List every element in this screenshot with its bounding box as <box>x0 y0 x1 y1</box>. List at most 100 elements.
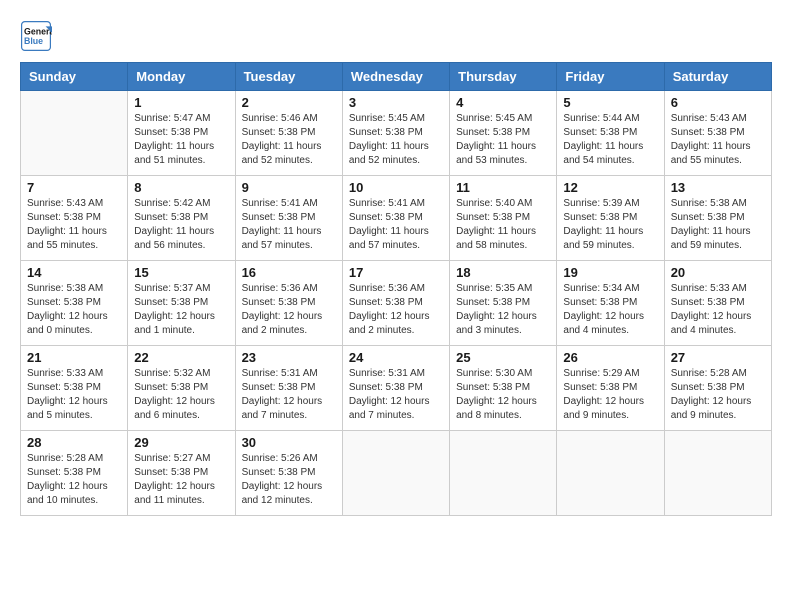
calendar-cell: 8 Sunrise: 5:42 AM Sunset: 5:38 PM Daylig… <box>128 176 235 261</box>
day-number: 21 <box>27 350 121 365</box>
calendar-cell: 26Sunrise: 5:29 AM Sunset: 5:38 PM Dayli… <box>557 346 664 431</box>
day-number: 4 <box>456 95 550 110</box>
calendar-week-3: 14 Sunrise: 5:38 AM Sunset: 5:38 PM Dayli… <box>21 261 772 346</box>
day-number: 25 <box>456 350 550 365</box>
calendar-cell: 25 Sunrise: 5:30 AM Sunset: 5:38 PM Dayli… <box>450 346 557 431</box>
day-info: Sunrise: 5:33 AM Sunset: 5:38 PM Dayligh… <box>27 367 121 423</box>
calendar-cell: 17 Sunrise: 5:36 AM Sunset: 5:38 PM Dayli… <box>342 261 449 346</box>
logo-icon: General Blue <box>20 20 52 52</box>
calendar-cell: 4 Sunrise: 5:45 AM Sunset: 5:38 PM Daylig… <box>450 91 557 176</box>
day-info: Sunrise: 5:44 AM Sunset: 5:38 PM Dayligh… <box>563 112 657 168</box>
day-number: 16 <box>242 265 336 280</box>
day-info: Sunrise: 5:30 AM Sunset: 5:38 PM Dayligh… <box>456 367 550 423</box>
day-info: Sunrise: 5:33 AM Sunset: 5:38 PM Dayligh… <box>671 282 765 338</box>
calendar-cell: 3 Sunrise: 5:45 AM Sunset: 5:38 PM Daylig… <box>342 91 449 176</box>
calendar-cell: 9 Sunrise: 5:41 AM Sunset: 5:38 PM Daylig… <box>235 176 342 261</box>
calendar-cell: 30 Sunrise: 5:26 AM Sunset: 5:38 PM Dayli… <box>235 431 342 516</box>
day-info: Sunrise: 5:42 AM Sunset: 5:38 PM Dayligh… <box>134 197 228 253</box>
day-info: Sunrise: 5:31 AM Sunset: 5:38 PM Dayligh… <box>242 367 336 423</box>
day-info: Sunrise: 5:38 AM Sunset: 5:38 PM Dayligh… <box>27 282 121 338</box>
day-number: 27 <box>671 350 765 365</box>
calendar-cell: 5 Sunrise: 5:44 AM Sunset: 5:38 PM Daylig… <box>557 91 664 176</box>
day-info: Sunrise: 5:46 AM Sunset: 5:38 PM Dayligh… <box>242 112 336 168</box>
day-number: 20 <box>671 265 765 280</box>
weekday-header-saturday: Saturday <box>664 63 771 91</box>
calendar-cell <box>21 91 128 176</box>
day-info: Sunrise: 5:34 AM Sunset: 5:38 PM Dayligh… <box>563 282 657 338</box>
day-info: Sunrise: 5:27 AM Sunset: 5:38 PM Dayligh… <box>134 452 228 508</box>
calendar-week-4: 21 Sunrise: 5:33 AM Sunset: 5:38 PM Dayli… <box>21 346 772 431</box>
day-info: Sunrise: 5:43 AM Sunset: 5:38 PM Dayligh… <box>671 112 765 168</box>
day-number: 17 <box>349 265 443 280</box>
calendar-cell: 6 Sunrise: 5:43 AM Sunset: 5:38 PM Daylig… <box>664 91 771 176</box>
day-info: Sunrise: 5:36 AM Sunset: 5:38 PM Dayligh… <box>242 282 336 338</box>
calendar-cell: 10 Sunrise: 5:41 AM Sunset: 5:38 PM Dayli… <box>342 176 449 261</box>
day-info: Sunrise: 5:31 AM Sunset: 5:38 PM Dayligh… <box>349 367 443 423</box>
calendar-cell: 1 Sunrise: 5:47 AM Sunset: 5:38 PM Daylig… <box>128 91 235 176</box>
weekday-header-friday: Friday <box>557 63 664 91</box>
day-number: 28 <box>27 435 121 450</box>
day-info: Sunrise: 5:41 AM Sunset: 5:38 PM Dayligh… <box>349 197 443 253</box>
day-info: Sunrise: 5:45 AM Sunset: 5:38 PM Dayligh… <box>456 112 550 168</box>
day-number: 15 <box>134 265 228 280</box>
day-number: 10 <box>349 180 443 195</box>
day-info: Sunrise: 5:29 AM Sunset: 5:38 PM Dayligh… <box>563 367 657 423</box>
calendar-header: SundayMondayTuesdayWednesdayThursdayFrid… <box>21 63 772 91</box>
weekday-header-wednesday: Wednesday <box>342 63 449 91</box>
day-number: 9 <box>242 180 336 195</box>
svg-text:Blue: Blue <box>24 36 43 46</box>
calendar-cell <box>342 431 449 516</box>
calendar-cell: 24Sunrise: 5:31 AM Sunset: 5:38 PM Dayli… <box>342 346 449 431</box>
day-number: 3 <box>349 95 443 110</box>
day-info: Sunrise: 5:43 AM Sunset: 5:38 PM Dayligh… <box>27 197 121 253</box>
day-number: 7 <box>27 180 121 195</box>
day-info: Sunrise: 5:39 AM Sunset: 5:38 PM Dayligh… <box>563 197 657 253</box>
day-number: 19 <box>563 265 657 280</box>
calendar-week-5: 28 Sunrise: 5:28 AM Sunset: 5:38 PM Dayli… <box>21 431 772 516</box>
day-info: Sunrise: 5:45 AM Sunset: 5:38 PM Dayligh… <box>349 112 443 168</box>
calendar-cell <box>664 431 771 516</box>
day-info: Sunrise: 5:38 AM Sunset: 5:38 PM Dayligh… <box>671 197 765 253</box>
calendar-week-2: 7 Sunrise: 5:43 AM Sunset: 5:38 PM Daylig… <box>21 176 772 261</box>
calendar-cell <box>557 431 664 516</box>
weekday-header-monday: Monday <box>128 63 235 91</box>
calendar-cell <box>450 431 557 516</box>
day-info: Sunrise: 5:28 AM Sunset: 5:38 PM Dayligh… <box>671 367 765 423</box>
day-number: 5 <box>563 95 657 110</box>
calendar-cell: 12 Sunrise: 5:39 AM Sunset: 5:38 PM Dayli… <box>557 176 664 261</box>
day-info: Sunrise: 5:28 AM Sunset: 5:38 PM Dayligh… <box>27 452 121 508</box>
calendar-cell: 27 Sunrise: 5:28 AM Sunset: 5:38 PM Dayli… <box>664 346 771 431</box>
calendar-cell: 2 Sunrise: 5:46 AM Sunset: 5:38 PM Daylig… <box>235 91 342 176</box>
calendar-cell: 21 Sunrise: 5:33 AM Sunset: 5:38 PM Dayli… <box>21 346 128 431</box>
day-number: 23 <box>242 350 336 365</box>
calendar-cell: 18Sunrise: 5:35 AM Sunset: 5:38 PM Dayli… <box>450 261 557 346</box>
calendar-table: SundayMondayTuesdayWednesdayThursdayFrid… <box>20 62 772 516</box>
day-info: Sunrise: 5:36 AM Sunset: 5:38 PM Dayligh… <box>349 282 443 338</box>
day-number: 1 <box>134 95 228 110</box>
day-number: 8 <box>134 180 228 195</box>
calendar-cell: 7 Sunrise: 5:43 AM Sunset: 5:38 PM Daylig… <box>21 176 128 261</box>
day-number: 6 <box>671 95 765 110</box>
day-number: 29 <box>134 435 228 450</box>
day-info: Sunrise: 5:26 AM Sunset: 5:38 PM Dayligh… <box>242 452 336 508</box>
calendar-cell: 16 Sunrise: 5:36 AM Sunset: 5:38 PM Dayli… <box>235 261 342 346</box>
day-number: 30 <box>242 435 336 450</box>
day-info: Sunrise: 5:41 AM Sunset: 5:38 PM Dayligh… <box>242 197 336 253</box>
day-info: Sunrise: 5:47 AM Sunset: 5:38 PM Dayligh… <box>134 112 228 168</box>
calendar-cell: 23 Sunrise: 5:31 AM Sunset: 5:38 PM Dayli… <box>235 346 342 431</box>
day-number: 12 <box>563 180 657 195</box>
day-number: 2 <box>242 95 336 110</box>
calendar-cell: 19 Sunrise: 5:34 AM Sunset: 5:38 PM Dayli… <box>557 261 664 346</box>
calendar-cell: 28 Sunrise: 5:28 AM Sunset: 5:38 PM Dayli… <box>21 431 128 516</box>
calendar-cell: 20 Sunrise: 5:33 AM Sunset: 5:38 PM Dayli… <box>664 261 771 346</box>
calendar-cell: 22Sunrise: 5:32 AM Sunset: 5:38 PM Dayli… <box>128 346 235 431</box>
calendar-cell: 14 Sunrise: 5:38 AM Sunset: 5:38 PM Dayli… <box>21 261 128 346</box>
weekday-header-tuesday: Tuesday <box>235 63 342 91</box>
calendar-cell: 11Sunrise: 5:40 AM Sunset: 5:38 PM Dayli… <box>450 176 557 261</box>
page-header: General Blue <box>20 20 772 52</box>
calendar-cell: 13Sunrise: 5:38 AM Sunset: 5:38 PM Dayli… <box>664 176 771 261</box>
day-info: Sunrise: 5:35 AM Sunset: 5:38 PM Dayligh… <box>456 282 550 338</box>
day-info: Sunrise: 5:40 AM Sunset: 5:38 PM Dayligh… <box>456 197 550 253</box>
logo: General Blue <box>20 20 54 52</box>
day-number: 14 <box>27 265 121 280</box>
